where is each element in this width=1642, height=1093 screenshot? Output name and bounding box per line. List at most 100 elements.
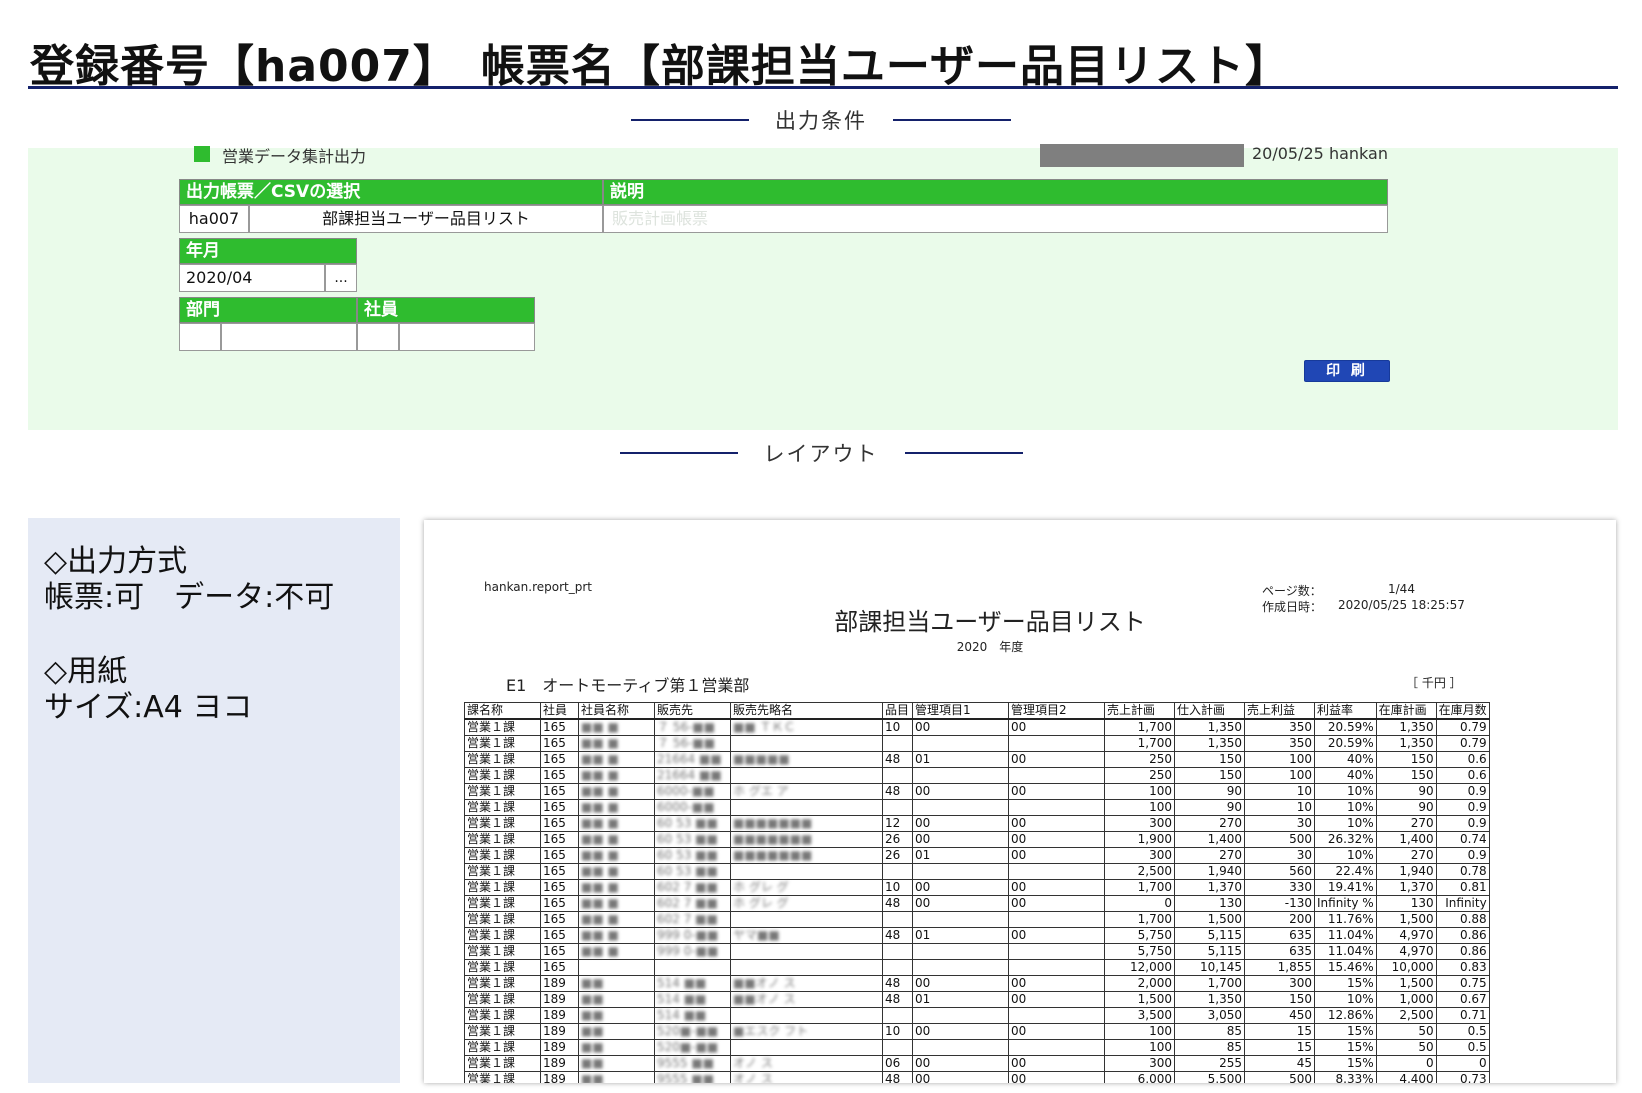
table-cell: 300: [1244, 975, 1315, 992]
table-cell: 営業１課: [464, 943, 541, 960]
table-cell: 0.79: [1435, 718, 1490, 736]
report-title: 部課担当ユーザー品目リスト: [834, 608, 1146, 636]
table-cell: 10: [1244, 799, 1315, 816]
date-user: 20/05/25 hankan: [1252, 144, 1388, 163]
table-cell: ■■■■■■■: [730, 815, 883, 832]
table-cell: 100: [1244, 767, 1315, 784]
table-cell: 営業１課: [464, 911, 541, 928]
heading-line-left: [631, 119, 749, 121]
table-cell: 189: [540, 975, 579, 992]
department-name-input[interactable]: [221, 323, 357, 351]
table-cell: 0.86: [1435, 943, 1490, 960]
report-code-cell[interactable]: ha007: [179, 205, 249, 233]
table-cell: 90: [1375, 783, 1437, 800]
table-cell: [1008, 799, 1105, 816]
table-cell: 営業１課: [464, 799, 541, 816]
table-cell: 1,700: [1104, 735, 1175, 752]
table-cell: 150: [1244, 991, 1315, 1008]
column-header: 利益率: [1314, 702, 1377, 720]
table-row: 営業１課 165 ■■ ■ 602 7 ■■ 1,700 1,500 200 11.76% 1,…: [464, 911, 1490, 928]
table-cell: 00: [912, 1023, 1009, 1040]
table-cell: [730, 799, 883, 816]
department-code-input[interactable]: [179, 323, 221, 351]
heading-line-right: [893, 119, 1011, 121]
table-cell: 15: [1244, 1023, 1315, 1040]
yearmonth-input[interactable]: 2020/04: [179, 264, 325, 292]
table-cell: 15%: [1314, 1039, 1377, 1056]
table-cell: 1,370: [1174, 879, 1245, 896]
table-cell: 60 53 ■■: [654, 815, 731, 832]
table-cell: 0: [1104, 895, 1175, 912]
table-cell: 50: [1375, 1039, 1437, 1056]
table-cell: 0.75: [1435, 975, 1490, 992]
table-cell: 営業１課: [464, 1071, 541, 1083]
section-heading-layout: レイアウト: [0, 438, 1642, 468]
table-cell: 350: [1244, 718, 1315, 736]
table-cell: [730, 943, 883, 960]
table-cell: 189: [540, 1055, 579, 1072]
department-label: E1 オートモーティブ第１営業部: [506, 676, 750, 695]
table-cell: 営業１課: [464, 1039, 541, 1056]
table-row: 営業１課 189 ■■ 514 ■■ ■■オノ ス 48 01 00 1,500 1,350 150…: [464, 991, 1490, 1008]
employee-name-input[interactable]: [399, 323, 535, 351]
table-cell: [730, 911, 883, 928]
table-cell: 00: [912, 895, 1009, 912]
table-cell: 19.41%: [1314, 879, 1377, 896]
table-cell: 165: [540, 911, 579, 928]
table-cell: 0.79: [1435, 735, 1490, 752]
table-cell: 1,940: [1375, 863, 1437, 880]
table-cell: 01: [912, 847, 1009, 864]
employee-code-input[interactable]: [357, 323, 399, 351]
table-cell: 営業１課: [464, 895, 541, 912]
table-cell: 5,500: [1174, 1071, 1245, 1083]
table-cell: 15%: [1314, 1055, 1377, 1072]
table-cell: ■■: [578, 991, 655, 1008]
report-name-cell[interactable]: 部課担当ユーザー品目リスト: [249, 205, 603, 233]
table-cell: 90: [1375, 799, 1437, 816]
table-cell: 0: [1435, 1055, 1490, 1072]
column-header: 在庫計画: [1375, 702, 1437, 720]
table-cell: 0.73: [1435, 1071, 1490, 1083]
table-cell: 00: [1008, 1055, 1105, 1072]
table-cell: 0.9: [1435, 847, 1490, 864]
table-cell: 1,000: [1375, 991, 1437, 1008]
table-cell: 4,970: [1375, 927, 1437, 944]
table-cell: 06: [882, 1055, 913, 1072]
screen-name: 営業データ集計出力: [222, 147, 367, 166]
table-cell: 255: [1174, 1055, 1245, 1072]
table-row: 営業１課 165 ■■ ■ 6000-■■ 100 90 10 10% 90 0.9: [464, 799, 1490, 816]
column-header: 仕入計画: [1174, 702, 1245, 720]
table-row: 営業１課 165 ■■ ■ 60 53 ■■ ■■■■■■■ 26 01 00 300 270 30…: [464, 847, 1490, 864]
table-cell: 営業１課: [464, 815, 541, 832]
table-cell: 0: [1375, 1055, 1437, 1072]
table-cell: 営業１課: [464, 1023, 541, 1040]
table-cell: 48: [882, 751, 913, 768]
table-cell: 48: [882, 1071, 913, 1083]
table-cell: ■■ ■: [578, 751, 655, 768]
print-button[interactable]: 印 刷: [1304, 360, 1390, 382]
table-cell: [882, 863, 913, 880]
yearmonth-picker-button[interactable]: ...: [325, 264, 357, 292]
yearmonth-header: 年月: [179, 238, 357, 264]
page-count-value: 1/44: [1388, 582, 1415, 596]
table-cell: 01: [912, 991, 1009, 1008]
table-cell: 60 53 ■■: [654, 847, 731, 864]
table-cell: 15%: [1314, 1023, 1377, 1040]
table-cell: [730, 735, 883, 752]
table-cell: 165: [540, 959, 579, 976]
table-row: 営業１課 165 ■■ ■ 602 7 ■■ ホ グレ グ 10 00 00 1,700 1,37…: [464, 879, 1490, 896]
report-select-header: 出力帳票／CSVの選択: [179, 179, 603, 205]
table-cell: [882, 735, 913, 752]
table-cell: 1,500: [1104, 991, 1175, 1008]
table-cell: 999 0-■■: [654, 943, 731, 960]
table-cell: ■■: [578, 1023, 655, 1040]
table-cell: 300: [1104, 1055, 1175, 1072]
table-cell: [578, 959, 655, 976]
table-cell: 00: [1008, 718, 1105, 736]
report-header-row: 課名称 社員 社員名称 販売先 販売先略名 品目 管理項目1 管理項目2 売上計画 仕入計画 売上利…: [464, 702, 1490, 720]
column-header: 売上利益: [1244, 702, 1315, 720]
table-cell: 0.9: [1435, 815, 1490, 832]
table-cell: 189: [540, 1071, 579, 1083]
table-row: 営業１課 165 ■■ ■ 6000-■■ ホ グエ ア 48 00 00 100 90 10 10%…: [464, 783, 1490, 800]
table-cell: 営業１課: [464, 767, 541, 784]
